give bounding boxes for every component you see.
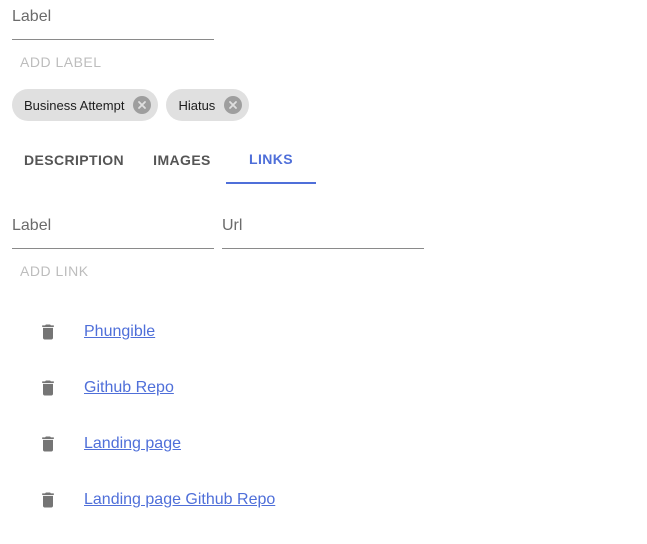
link-item: Landing page Github Repo <box>38 488 275 512</box>
link-item: Landing page <box>38 432 181 456</box>
link-url-field[interactable] <box>222 213 424 249</box>
tab-links[interactable]: LINKS <box>226 136 316 184</box>
link-item: Github Repo <box>38 376 174 400</box>
link-url-input[interactable] <box>222 217 424 235</box>
link-anchor[interactable]: Landing page Github Repo <box>84 491 275 509</box>
link-anchor[interactable]: Landing page <box>84 435 181 453</box>
tab-bar: DESCRIPTION IMAGES LINKS <box>10 136 316 185</box>
tab-images[interactable]: IMAGES <box>138 136 226 184</box>
cancel-icon[interactable] <box>133 96 152 114</box>
chip-label: Business Attempt <box>24 97 125 113</box>
add-label-button[interactable]: ADD LABEL <box>20 54 102 70</box>
label-chip[interactable]: Hiatus <box>166 89 250 121</box>
link-anchor[interactable]: Phungible <box>84 323 155 341</box>
chip-label: Hiatus <box>178 97 216 113</box>
label-chip-list: Business Attempt Hiatus <box>12 89 250 121</box>
tab-description[interactable]: DESCRIPTION <box>10 136 138 184</box>
label-chip[interactable]: Business Attempt <box>12 89 159 121</box>
label-field[interactable] <box>12 4 214 40</box>
link-anchor[interactable]: Github Repo <box>84 379 174 397</box>
link-label-field[interactable] <box>12 213 214 249</box>
cancel-icon[interactable] <box>224 96 243 114</box>
label-input[interactable] <box>12 8 214 26</box>
link-item: Phungible <box>38 320 155 344</box>
trash-icon[interactable] <box>38 378 58 398</box>
trash-icon[interactable] <box>38 322 58 342</box>
trash-icon[interactable] <box>38 434 58 454</box>
link-label-input[interactable] <box>12 217 214 235</box>
trash-icon[interactable] <box>38 490 58 510</box>
add-link-button[interactable]: ADD LINK <box>20 263 89 279</box>
